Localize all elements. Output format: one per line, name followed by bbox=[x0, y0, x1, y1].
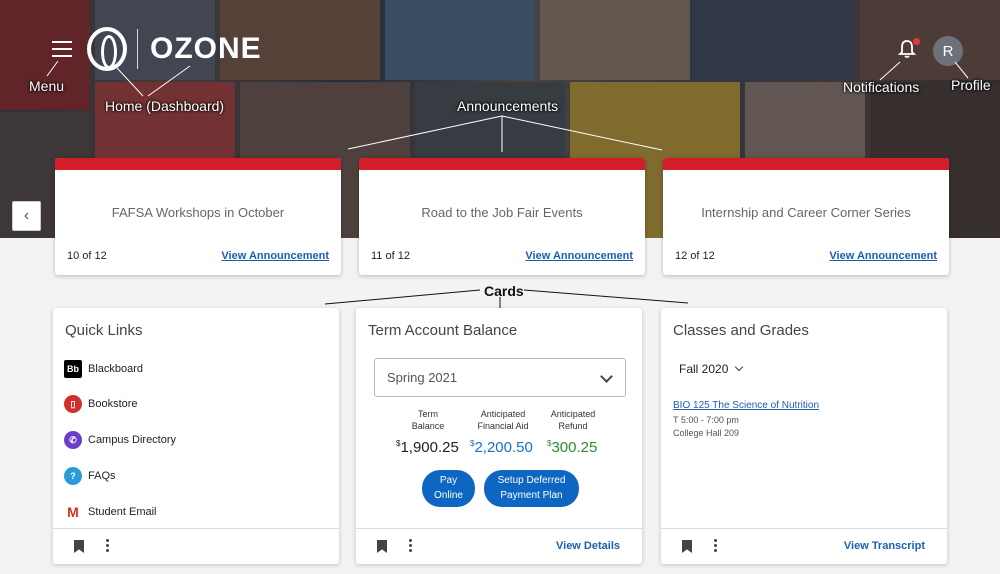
announcement-card[interactable]: Internship and Career Corner Series 12 o… bbox=[663, 158, 949, 275]
card-footer: View Transcript bbox=[661, 528, 947, 564]
phone-icon: ✆ bbox=[64, 431, 82, 449]
quick-link-student-email[interactable]: M Student Email bbox=[64, 503, 156, 521]
more-options-icon[interactable] bbox=[714, 539, 717, 553]
course-time: T 5:00 - 7:00 pm bbox=[673, 415, 739, 425]
setup-payment-plan-button[interactable]: Setup Deferred Payment Plan bbox=[484, 470, 579, 507]
term-balance-value: $1,900.25 bbox=[396, 439, 459, 456]
quick-link-blackboard[interactable]: Bb Blackboard bbox=[64, 360, 143, 378]
annotation-profile: Profile bbox=[951, 77, 991, 93]
course-link[interactable]: BIO 125 The Science of Nutrition bbox=[673, 400, 819, 411]
annotation-cards: Cards bbox=[484, 283, 524, 299]
view-announcement-link[interactable]: View Announcement bbox=[525, 250, 633, 262]
quick-link-faqs[interactable]: ? FAQs bbox=[64, 467, 116, 485]
term-balance-card: Term Account Balance Spring 2021 Term Bal… bbox=[356, 308, 642, 564]
announcement-card[interactable]: Road to the Job Fair Events 11 of 12 Vie… bbox=[359, 158, 645, 275]
blackboard-icon: Bb bbox=[64, 360, 82, 378]
chevron-down-icon bbox=[735, 362, 744, 372]
announcement-count: 12 of 12 bbox=[675, 250, 715, 262]
annotation-menu: Menu bbox=[29, 78, 65, 94]
faq-icon: ? bbox=[64, 467, 82, 485]
annotation-notifications: Notifications bbox=[843, 79, 920, 95]
announcement-title: Internship and Career Corner Series bbox=[701, 205, 911, 220]
term-select[interactable]: Spring 2021 bbox=[374, 358, 626, 397]
ozone-logo-icon bbox=[87, 27, 127, 71]
annotation-announcements: Announcements bbox=[457, 98, 559, 114]
quick-links-card: Quick Links Bb Blackboard ▯ Bookstore ✆ … bbox=[53, 308, 339, 564]
term-dropdown[interactable]: Fall 2020 bbox=[679, 362, 744, 376]
card-footer: View Details bbox=[356, 528, 642, 564]
announcement-title: FAFSA Workshops in October bbox=[111, 205, 285, 220]
term-balance-label: Term Balance bbox=[411, 409, 445, 431]
profile-avatar[interactable]: R bbox=[933, 36, 963, 66]
quick-link-campus-directory[interactable]: ✆ Campus Directory bbox=[64, 431, 176, 449]
view-announcement-link[interactable]: View Announcement bbox=[221, 250, 329, 262]
financial-aid-label: Anticipated Financial Aid bbox=[477, 409, 529, 431]
chevron-down-icon bbox=[600, 370, 613, 383]
notification-dot bbox=[913, 38, 920, 45]
view-transcript-link[interactable]: View Transcript bbox=[844, 540, 925, 552]
more-options-icon[interactable] bbox=[106, 539, 109, 553]
view-announcement-link[interactable]: View Announcement bbox=[829, 250, 937, 262]
home-logo[interactable]: OZONE bbox=[87, 27, 262, 71]
annotation-home: Home (Dashboard) bbox=[105, 98, 225, 114]
view-details-link[interactable]: View Details bbox=[556, 540, 620, 552]
bookstore-icon: ▯ bbox=[64, 395, 82, 413]
classes-grades-card: Classes and Grades Fall 2020 BIO 125 The… bbox=[661, 308, 947, 564]
card-footer bbox=[53, 528, 339, 564]
bookmark-icon[interactable] bbox=[682, 540, 692, 553]
announcement-count: 11 of 12 bbox=[371, 250, 410, 262]
refund-label: Anticipated Refund bbox=[550, 409, 596, 431]
pay-online-button[interactable]: Pay Online bbox=[422, 470, 475, 507]
menu-icon[interactable] bbox=[52, 41, 72, 57]
bookmark-icon[interactable] bbox=[74, 540, 84, 553]
announcement-title: Road to the Job Fair Events bbox=[421, 205, 583, 220]
refund-value: $300.25 bbox=[547, 439, 598, 456]
quick-link-bookstore[interactable]: ▯ Bookstore bbox=[64, 395, 138, 413]
financial-aid-value: $2,200.50 bbox=[470, 439, 533, 456]
email-icon: M bbox=[67, 504, 79, 520]
announcement-count: 10 of 12 bbox=[67, 250, 107, 262]
chevron-left-icon: ‹ bbox=[23, 207, 30, 224]
more-options-icon[interactable] bbox=[409, 539, 412, 553]
card-title: Quick Links bbox=[65, 322, 143, 339]
course-location: College Hall 209 bbox=[673, 428, 740, 438]
bookmark-icon[interactable] bbox=[377, 540, 387, 553]
card-title: Classes and Grades bbox=[673, 322, 809, 339]
card-title: Term Account Balance bbox=[368, 322, 518, 339]
announcement-card[interactable]: FAFSA Workshops in October 10 of 12 View… bbox=[55, 158, 341, 275]
carousel-prev-button[interactable]: ‹ bbox=[12, 201, 41, 231]
logo-text: OZONE bbox=[150, 32, 262, 65]
